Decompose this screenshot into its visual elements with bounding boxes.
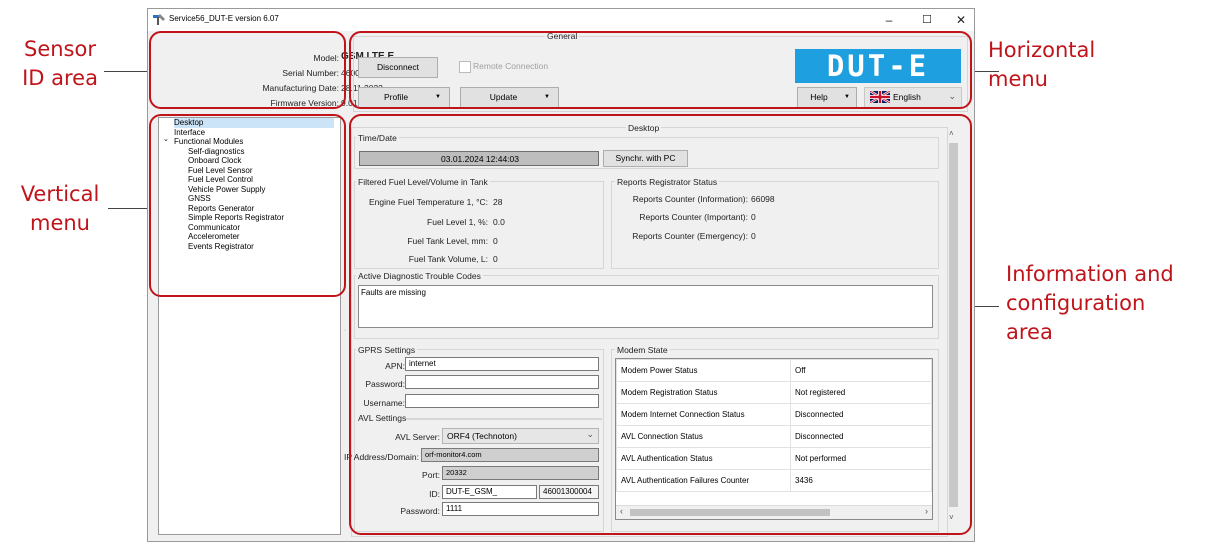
app-tools-icon <box>153 14 165 25</box>
minimize-button[interactable]: – <box>872 9 906 31</box>
annotation-connector <box>971 306 999 307</box>
title-bar: Service56_DUT-E version 6.07 – ☐ ✕ <box>148 9 974 31</box>
annotation-line: ID area <box>22 66 98 90</box>
information-area-highlight <box>349 114 972 535</box>
annotation-line: Information and <box>1006 262 1174 286</box>
annotation-sensor-id: Sensor ID area <box>6 35 114 93</box>
sensor-id-area-highlight <box>149 31 346 109</box>
annotation-info-area: Information and configuration area <box>1006 260 1216 347</box>
annotation-connector <box>108 208 150 209</box>
annotation-connector <box>971 71 999 72</box>
annotation-line: Horizontal <box>988 38 1096 62</box>
window-title: Service56_DUT-E version 6.07 <box>169 14 279 23</box>
annotation-line: area <box>1006 320 1053 344</box>
annotation-vertical-menu: Vertical menu <box>6 180 114 238</box>
horizontal-menu-highlight <box>349 31 972 109</box>
annotation-horizontal-menu: Horizontal menu <box>988 36 1138 94</box>
close-button[interactable]: ✕ <box>944 9 974 31</box>
annotation-line: Vertical <box>20 182 100 206</box>
vertical-menu-highlight <box>149 114 346 297</box>
annotation-line: menu <box>988 67 1048 91</box>
annotation-line: menu <box>30 211 90 235</box>
annotation-line: configuration <box>1006 291 1146 315</box>
annotation-connector <box>104 71 150 72</box>
maximize-button[interactable]: ☐ <box>910 9 944 31</box>
annotation-line: Sensor <box>24 37 96 61</box>
splitter-grip: · <box>344 327 347 334</box>
